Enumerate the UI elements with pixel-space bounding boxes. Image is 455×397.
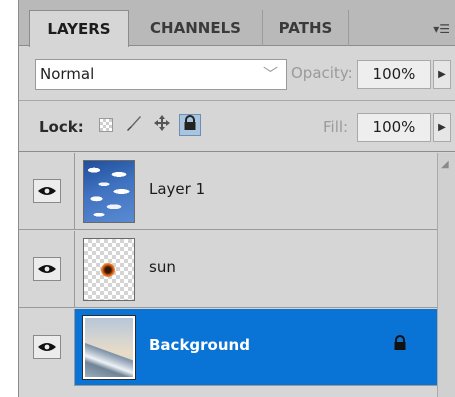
layers-panel: LAYERS CHANNELS PATHS ▾☰ Normal ﹀ Opacit…	[18, 0, 455, 397]
visibility-cell	[19, 309, 75, 386]
panel-menu-icon[interactable]: ▾☰	[433, 22, 450, 36]
layer-name[interactable]: Layer 1	[149, 180, 205, 198]
scroll-up-icon[interactable]: ◢	[441, 159, 449, 170]
fill-field[interactable]: 100%	[357, 113, 431, 142]
fill-label: Fill:	[323, 118, 349, 136]
blend-opacity-row: Normal ﹀ Opacity: 100% ▶	[19, 47, 455, 101]
fill-slider-arrow-icon[interactable]: ▶	[433, 113, 451, 142]
lock-image-pixels-brush-icon[interactable]	[123, 114, 145, 136]
layers-scrollbar[interactable]: ◢	[437, 153, 455, 397]
layer-thumbnail	[83, 238, 135, 301]
opacity-slider-arrow-icon[interactable]: ▶	[433, 60, 451, 89]
layer-row-sun[interactable]: sun	[19, 231, 437, 308]
layer-row-layer-1[interactable]: Layer 1	[19, 153, 437, 230]
eye-icon[interactable]	[33, 257, 61, 281]
opacity-label: Opacity:	[291, 64, 353, 82]
blend-mode-dropdown[interactable]: Normal ﹀	[35, 59, 287, 90]
tab-channels[interactable]: CHANNELS	[129, 10, 263, 46]
visibility-cell	[19, 231, 75, 308]
layer-name[interactable]: sun	[149, 258, 176, 276]
layer-row-background[interactable]: Background	[19, 309, 437, 386]
layers-list: Layer 1 sun Background	[19, 153, 437, 397]
layer-thumbnail	[83, 160, 135, 223]
lock-position-move-icon[interactable]	[151, 114, 173, 136]
eye-icon[interactable]	[33, 179, 61, 203]
layer-name[interactable]: Background	[149, 336, 250, 354]
lock-all-icon[interactable]	[179, 114, 201, 136]
lock-fill-row: Lock: Fill: 100% ▶	[19, 102, 455, 152]
chevron-down-icon: ﹀	[262, 65, 278, 83]
tab-paths[interactable]: PATHS	[263, 10, 349, 46]
blend-mode-value: Normal	[40, 65, 95, 83]
tab-layers[interactable]: LAYERS	[29, 10, 129, 47]
eye-icon[interactable]	[33, 335, 61, 359]
lock-transparent-pixels-icon[interactable]	[95, 114, 117, 136]
visibility-cell	[19, 153, 75, 230]
layer-thumbnail	[82, 315, 136, 380]
lock-icon	[393, 335, 407, 355]
opacity-field[interactable]: 100%	[357, 60, 431, 89]
tab-strip: LAYERS CHANNELS PATHS ▾☰	[19, 0, 455, 47]
lock-label: Lock:	[39, 118, 84, 136]
